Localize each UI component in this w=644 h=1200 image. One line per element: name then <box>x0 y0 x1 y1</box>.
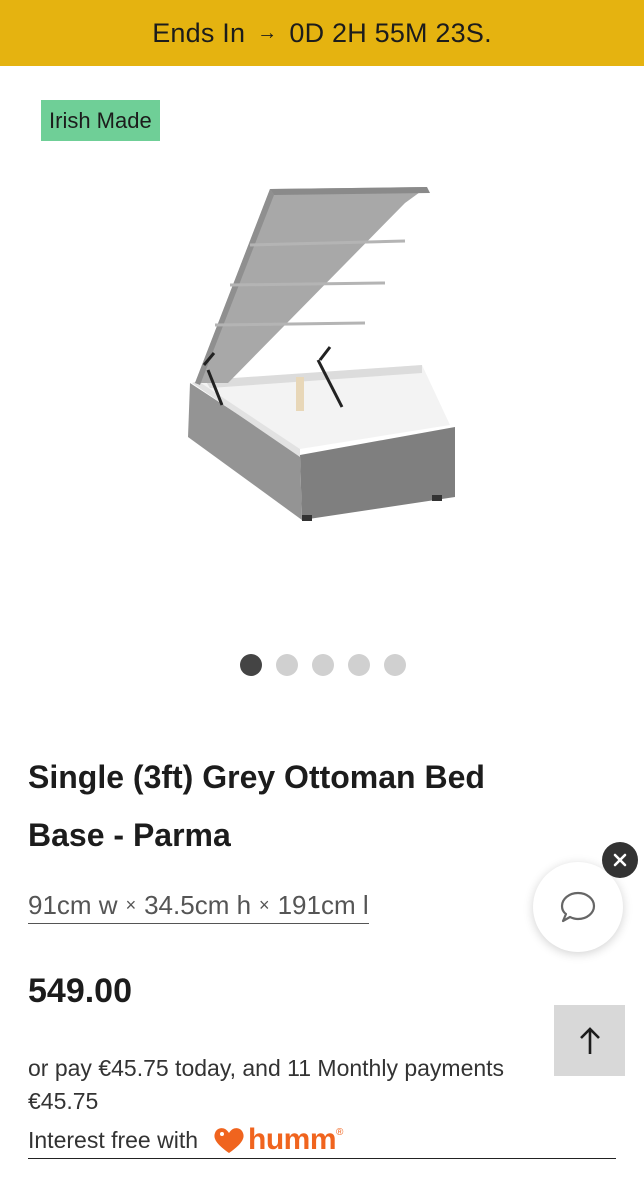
close-icon <box>613 853 627 867</box>
registered-mark: ® <box>336 1126 344 1138</box>
installment-text: or pay €45.75 today, and 11 Monthly paym… <box>28 1055 505 1114</box>
chat-close-button[interactable] <box>602 842 638 878</box>
dimension-height: 34.5cm h <box>144 890 252 920</box>
humm-wordmark: humm <box>248 1123 337 1156</box>
humm-finance-row[interactable]: Interest free with humm ® <box>28 1122 616 1159</box>
countdown-time: 0D 2H 55M 23S. <box>289 17 492 48</box>
carousel-dot[interactable] <box>384 654 406 676</box>
countdown-label: Ends In <box>152 17 246 48</box>
dimension-separator: × <box>125 895 137 915</box>
product-image[interactable] <box>170 175 480 535</box>
carousel-dots <box>240 654 406 676</box>
carousel-dot[interactable] <box>348 654 370 676</box>
chat-button[interactable] <box>533 862 623 952</box>
product-dimensions[interactable]: 91cm w × 34.5cm h × 191cm l <box>28 890 369 924</box>
ottoman-bed-illustration <box>188 187 455 521</box>
humm-heart-icon <box>214 1128 244 1153</box>
product-price: 549.00 <box>28 972 132 1010</box>
arrow-right-icon: → <box>257 21 278 44</box>
dimension-length: 191cm l <box>277 890 369 920</box>
carousel-dot[interactable] <box>276 654 298 676</box>
product-title: Single (3ft) Grey Ottoman Bed Base - Par… <box>28 759 485 853</box>
scroll-to-top-button[interactable] <box>554 1005 625 1076</box>
irish-made-badge: Irish Made <box>41 100 160 141</box>
carousel-dot[interactable] <box>312 654 334 676</box>
carousel-dot[interactable] <box>240 654 262 676</box>
dimension-width: 91cm w <box>28 890 118 920</box>
dimension-separator: × <box>259 895 270 915</box>
interest-free-label: Interest free with <box>28 1126 199 1153</box>
countdown-banner: Ends In → 0D 2H 55M 23S. <box>0 0 644 66</box>
arrow-up-icon <box>579 1026 600 1054</box>
chat-bubble-icon <box>560 891 596 923</box>
humm-logo: humm ® <box>212 1123 343 1157</box>
